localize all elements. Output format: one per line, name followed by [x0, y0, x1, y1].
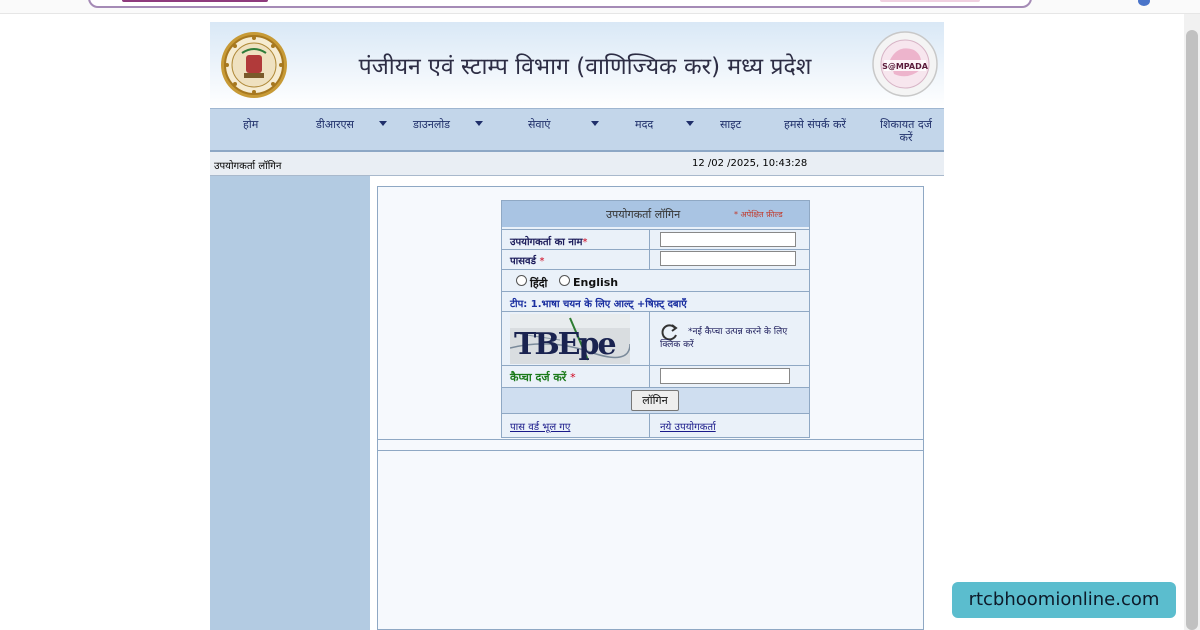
- site-title: पंजीयन एवं स्टाम्प विभाग (वाणिज्यिक कर) …: [358, 54, 812, 80]
- username-input[interactable]: [660, 232, 796, 247]
- forgot-password-cell: पास वर्ड भूल गए: [502, 414, 650, 437]
- nav-download[interactable]: डाउनलोड: [413, 118, 450, 131]
- browser-address-bar[interactable]: [88, 0, 1032, 8]
- login-button[interactable]: लॉगिन: [631, 390, 679, 411]
- links-row: पास वर्ड भूल गए नये उपयोगकर्ता: [502, 413, 809, 437]
- login-button-row: लॉगिन: [502, 387, 809, 413]
- login-title: उपयोगकर्ता लॉगिन: [606, 208, 681, 221]
- captcha-input[interactable]: [660, 368, 790, 384]
- username-label: उपयोगकर्ता का नाम*: [510, 237, 588, 248]
- main-nav: होम डीआरएस डाउनलोड सेवाएं मदद साइट हमसे …: [210, 108, 944, 152]
- required-star: *: [582, 237, 588, 248]
- captcha-row: TBEpe *नई कैप्चा उत्पन्न करने के लिए क्ल…: [502, 311, 809, 365]
- mp-emblem-icon: [221, 32, 287, 98]
- address-badge: [880, 0, 980, 2]
- forgot-password-link[interactable]: पास वर्ड भूल गए: [510, 419, 570, 433]
- radio-english[interactable]: [559, 275, 570, 286]
- language-tip: टीप: 1.भाषा चयन के लिए आल्ट् +षिफ़्ट् दब…: [510, 299, 687, 310]
- login-form: उपयोगकर्ता लॉगिन * अपेक्षित फ़ील्ड उपयोग…: [501, 200, 810, 438]
- watermark-badge: rtcbhoomionline.com: [952, 582, 1176, 618]
- password-label-cell: पासवर्ड *: [502, 250, 650, 269]
- nav-download-chevron-down-icon[interactable]: [475, 121, 483, 126]
- nav-contact[interactable]: हमसे संपर्क करें: [784, 118, 846, 131]
- login-header: उपयोगकर्ता लॉगिन * अपेक्षित फ़ील्ड: [502, 201, 809, 227]
- site-header: पंजीयन एवं स्टाम्प विभाग (वाणिज्यिक कर) …: [210, 22, 944, 108]
- captcha-text: TBEpe: [514, 327, 616, 362]
- refresh-captcha-text[interactable]: *नई कैप्चा उत्पन्न करने के लिए क्लिक करे…: [660, 326, 810, 352]
- tip-row: टीप: 1.भाषा चयन के लिए आल्ट् +षिफ़्ट् दब…: [502, 291, 809, 311]
- new-user-link[interactable]: नये उपयोगकर्ता: [660, 419, 716, 433]
- scrollbar-thumb[interactable]: [1186, 30, 1198, 630]
- password-label: पासवर्ड *: [510, 256, 545, 267]
- captcha-image-cell: TBEpe: [502, 312, 650, 365]
- radio-hindi-label: हिंदी: [530, 277, 548, 290]
- nav-drs-chevron-down-icon[interactable]: [379, 121, 387, 126]
- nav-site[interactable]: साइट: [720, 118, 741, 131]
- nav-services[interactable]: सेवाएं: [528, 118, 550, 131]
- sampada-logo-text: S@MPADA: [882, 62, 929, 71]
- radio-hindi[interactable]: [516, 275, 527, 286]
- radio-english-label: English: [573, 276, 619, 289]
- nav-drs[interactable]: डीआरएस: [316, 118, 354, 131]
- content-divider: [378, 439, 923, 440]
- password-row: पासवर्ड *: [502, 249, 809, 269]
- content-divider: [378, 450, 923, 451]
- left-panel: [210, 176, 370, 630]
- address-highlight: [122, 0, 268, 2]
- captcha-input-row: कैप्चा दर्ज करें *: [502, 365, 809, 387]
- captcha-label: कैप्चा दर्ज करें *: [510, 371, 576, 384]
- content-frame: उपयोगकर्ता लॉगिन * अपेक्षित फ़ील्ड उपयोग…: [377, 186, 924, 630]
- username-row: उपयोगकर्ता का नाम*: [502, 229, 809, 249]
- status-user-login: उपयोगकर्ता लॉगिन: [214, 161, 282, 172]
- nav-complaint[interactable]: शिकायत दर्ज करें: [874, 118, 938, 144]
- language-row: हिंदी English: [502, 269, 809, 291]
- captcha-image: TBEpe: [510, 314, 630, 364]
- nav-home[interactable]: होम: [243, 118, 258, 131]
- required-star: *: [539, 256, 545, 267]
- nav-help[interactable]: मदद: [635, 118, 653, 131]
- required-note: * अपेक्षित फ़ील्ड: [734, 210, 783, 219]
- username-label-cell: उपयोगकर्ता का नाम*: [502, 230, 650, 249]
- required-star: *: [570, 371, 576, 384]
- nav-services-chevron-down-icon[interactable]: [591, 121, 599, 126]
- portal-page: पंजीयन एवं स्टाम्प विभाग (वाणिज्यिक कर) …: [210, 22, 944, 630]
- status-bar: उपयोगकर्ता लॉगिन 12 /02 /2025, 10:43:28: [210, 152, 944, 176]
- nav-help-chevron-down-icon[interactable]: [686, 121, 694, 126]
- captcha-label-cell: कैप्चा दर्ज करें *: [502, 366, 650, 387]
- status-datetime: 12 /02 /2025, 10:43:28: [692, 158, 808, 169]
- sampada-logo-icon: S@MPADA: [872, 31, 938, 97]
- password-input[interactable]: [660, 251, 796, 266]
